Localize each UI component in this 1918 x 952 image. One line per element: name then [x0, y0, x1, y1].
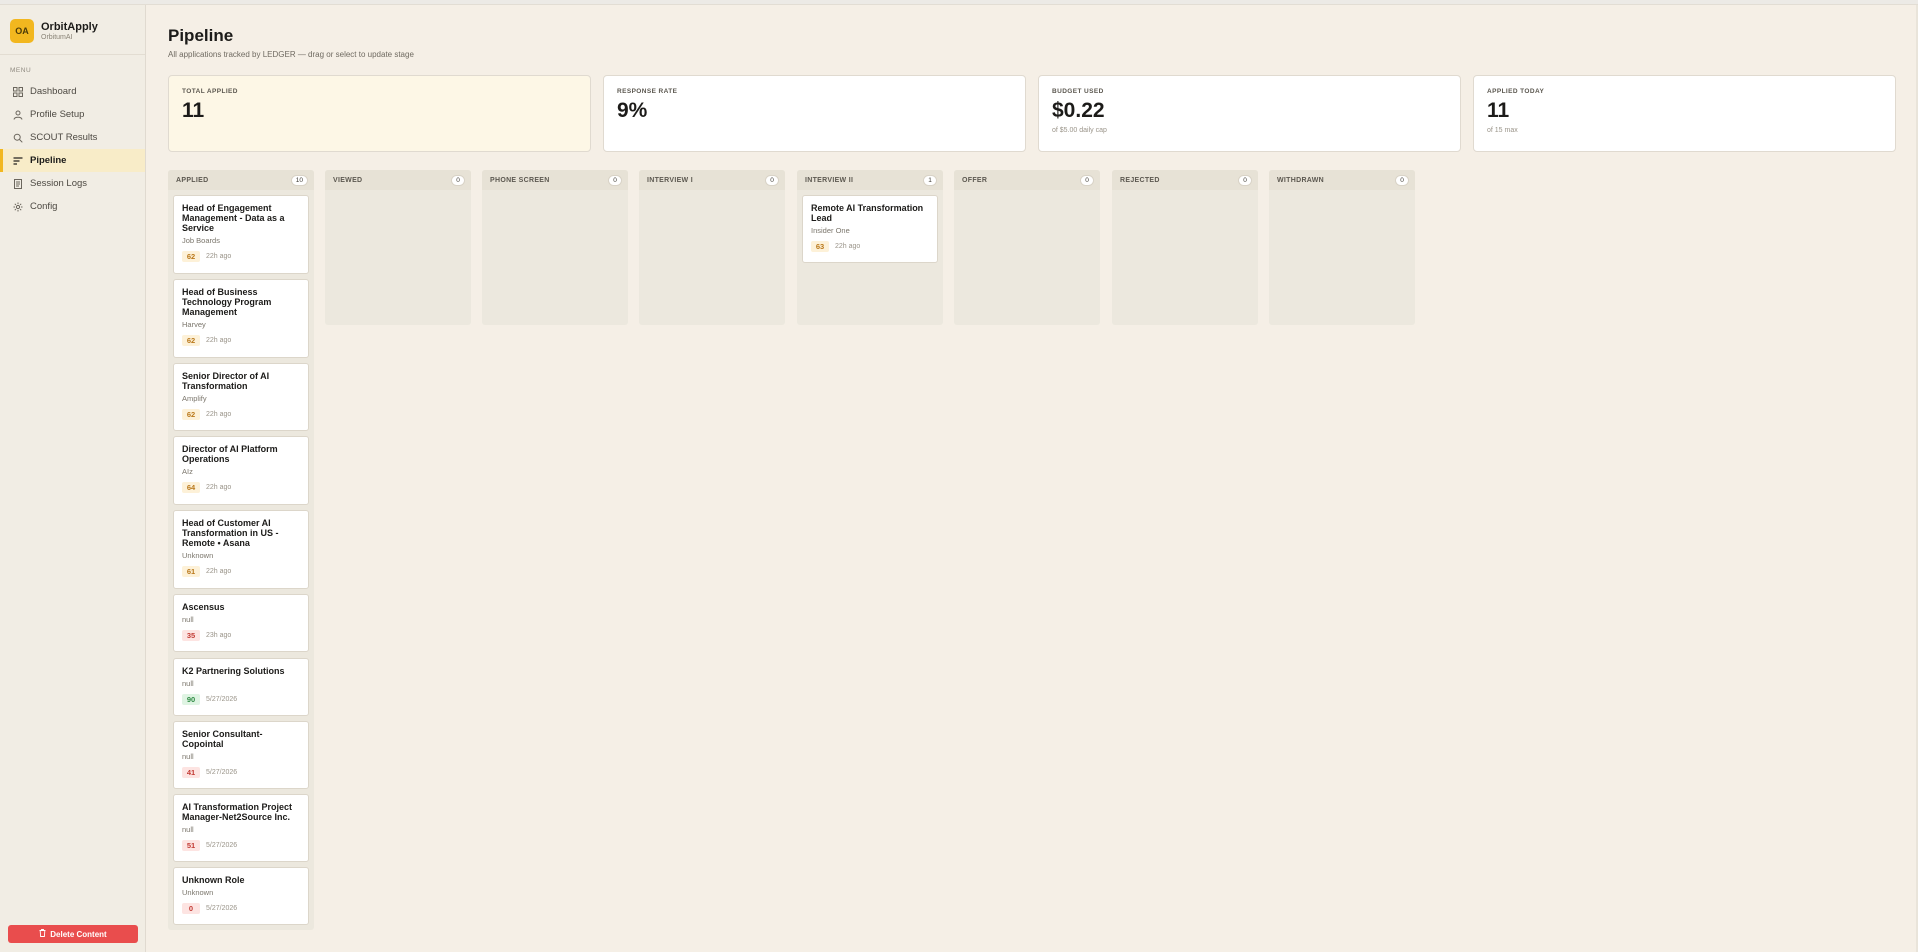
column-title: INTERVIEW I	[647, 176, 693, 184]
column-count: 0	[1395, 174, 1409, 186]
brand[interactable]: OA OrbitApply OrbitumAI	[0, 5, 145, 55]
timestamp: 22h ago	[206, 484, 232, 491]
application-card[interactable]: Unknown Role Unknown 0 5/27/2026	[173, 867, 309, 925]
sidebar-item-profile-setup[interactable]: Profile Setup	[0, 103, 145, 126]
stat-card-budget-used: BUDGET USED $0.22 of $5.00 daily cap	[1038, 75, 1461, 152]
brand-subtitle: OrbitumAI	[41, 33, 73, 41]
main-content: Pipeline All applications tracked by LED…	[168, 5, 1898, 930]
application-card[interactable]: K2 Partnering Solutions null 90 5/27/2026	[173, 658, 309, 716]
timestamp: 22h ago	[206, 337, 232, 344]
timestamp: 22h ago	[835, 243, 861, 250]
column-interview-ii[interactable]: INTERVIEW II 1 Remote AI Transformation …	[797, 170, 943, 325]
timestamp: 5/27/2026	[206, 842, 238, 849]
stat-value: 9%	[617, 99, 648, 122]
stats-row: TOTAL APPLIED 11 RESPONSE RATE 9% BUDGET…	[168, 75, 1898, 152]
sidebar-item-label: Pipeline	[30, 155, 67, 166]
document-icon	[13, 178, 23, 189]
match-score: 35	[182, 630, 200, 641]
stat-value: $0.22	[1052, 99, 1105, 122]
sidebar-item-session-logs[interactable]: Session Logs	[0, 172, 145, 195]
sidebar-item-label: Session Logs	[30, 178, 88, 189]
sidebar-item-scout-results[interactable]: SCOUT Results	[0, 126, 145, 149]
match-score: 0	[182, 903, 200, 914]
match-score: 63	[811, 241, 829, 252]
column-title: PHONE SCREEN	[490, 176, 550, 184]
application-card[interactable]: Senior Director of AI Transformation Amp…	[173, 363, 309, 431]
stat-card-applied-today: APPLIED TODAY 11 of 15 max	[1473, 75, 1896, 152]
gear-icon	[13, 202, 23, 212]
column-count: 0	[608, 174, 622, 186]
application-card[interactable]: Head of Engagement Management - Data as …	[173, 195, 309, 274]
column-title: VIEWED	[333, 176, 363, 184]
match-score: 51	[182, 840, 200, 851]
column-count: 0	[451, 174, 465, 186]
sidebar-item-dashboard[interactable]: Dashboard	[0, 80, 145, 103]
column-phone-screen[interactable]: PHONE SCREEN 0	[482, 170, 628, 325]
sidebar-item-label: Dashboard	[30, 86, 77, 97]
kanban-board: APPLIED 10 Head of Engagement Management…	[168, 170, 1568, 930]
brand-logo: OA	[10, 19, 34, 43]
column-viewed[interactable]: VIEWED 0	[325, 170, 471, 325]
sidebar-item-label: SCOUT Results	[30, 132, 98, 143]
timestamp: 22h ago	[206, 411, 232, 418]
sidebar-item-label: Config	[30, 201, 58, 212]
match-score: 61	[182, 566, 200, 577]
column-title: APPLIED	[176, 176, 209, 184]
pipeline-icon	[13, 156, 23, 166]
application-card[interactable]: Remote AI Transformation Lead Insider On…	[802, 195, 938, 263]
page-title: Pipeline	[168, 26, 234, 45]
application-card[interactable]: Director of AI Platform Operations AIz 6…	[173, 436, 309, 505]
sidebar-item-label: Profile Setup	[30, 109, 85, 120]
column-withdrawn[interactable]: WITHDRAWN 0	[1269, 170, 1415, 325]
application-card[interactable]: AI Transformation Project Manager-Net2So…	[173, 794, 309, 862]
search-icon	[13, 133, 23, 143]
column-count: 1	[923, 174, 937, 186]
page-subtitle: All applications tracked by LEDGER — dra…	[168, 50, 414, 59]
brand-name: OrbitApply	[41, 20, 98, 33]
column-count: 10	[290, 174, 308, 186]
application-card[interactable]: Head of Business Technology Program Mana…	[173, 279, 309, 358]
timestamp: 5/27/2026	[206, 769, 238, 776]
timestamp: 22h ago	[206, 253, 232, 260]
match-score: 62	[182, 251, 200, 262]
stat-value: 11	[1487, 99, 1510, 122]
stat-note: of $5.00 daily cap	[1052, 127, 1107, 134]
sidebar-item-config[interactable]: Config	[0, 195, 145, 218]
column-count: 0	[765, 174, 779, 186]
timestamp: 5/27/2026	[206, 696, 238, 703]
user-icon	[13, 110, 23, 120]
column-title: INTERVIEW II	[805, 176, 854, 184]
column-offer[interactable]: OFFER 0	[954, 170, 1100, 325]
match-score: 62	[182, 335, 200, 346]
column-title: REJECTED	[1120, 176, 1160, 184]
grid-icon	[13, 86, 23, 97]
trash-icon	[39, 929, 46, 939]
match-score: 41	[182, 767, 200, 778]
stat-value: 11	[182, 99, 205, 122]
column-count: 0	[1080, 174, 1094, 186]
menu-label: MENU	[10, 67, 32, 74]
stat-card-total-applied: TOTAL APPLIED 11	[168, 75, 591, 152]
stat-card-response-rate: RESPONSE RATE 9%	[603, 75, 1026, 152]
column-applied[interactable]: APPLIED 10 Head of Engagement Management…	[168, 170, 314, 930]
column-title: OFFER	[962, 176, 988, 184]
timestamp: 23h ago	[206, 632, 232, 639]
column-rejected[interactable]: REJECTED 0	[1112, 170, 1258, 325]
delete-content-button[interactable]: Delete Content	[8, 925, 138, 943]
sidebar-item-pipeline[interactable]: Pipeline	[0, 149, 145, 172]
match-score: 62	[182, 409, 200, 420]
match-score: 64	[182, 482, 200, 493]
application-card[interactable]: Head of Customer AI Transformation in US…	[173, 510, 309, 589]
sidebar: OA OrbitApply OrbitumAI MENU Dashboard P…	[0, 5, 146, 952]
stat-note: of 15 max	[1487, 127, 1518, 134]
timestamp: 5/27/2026	[206, 905, 238, 912]
match-score: 90	[182, 694, 200, 705]
timestamp: 22h ago	[206, 568, 232, 575]
column-count: 0	[1238, 174, 1252, 186]
application-card[interactable]: Ascensus null 35 23h ago	[173, 594, 309, 652]
application-card[interactable]: Senior Consultant-Copointal null 41 5/27/…	[173, 721, 309, 789]
column-title: WITHDRAWN	[1277, 176, 1325, 184]
column-interview-i[interactable]: INTERVIEW I 0	[639, 170, 785, 325]
